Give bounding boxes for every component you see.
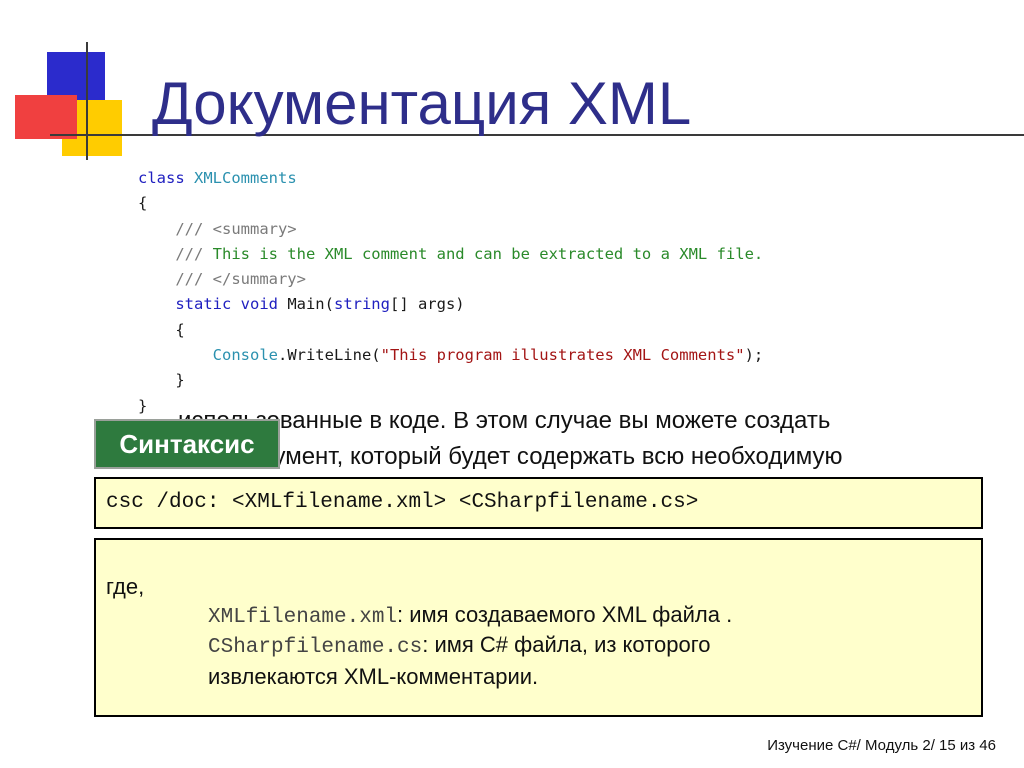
- param-line-continuation: извлекаются XML-комментарии.: [208, 664, 539, 689]
- code-token: [] args): [389, 295, 465, 314]
- code-token: static void: [138, 295, 288, 314]
- code-token: ///: [138, 270, 213, 289]
- code-token: .WriteLine(: [277, 346, 381, 365]
- code-line: class XMLComments: [138, 169, 297, 187]
- code-block: class XMLComments { /// <summary> /// Th…: [138, 166, 763, 419]
- param-description: : имя создаваемого XML файла .: [397, 602, 733, 627]
- param-line-csharpfilename: CSharpfilename.cs: имя C# файла, из кото…: [208, 632, 711, 659]
- page-title: Документация XML: [152, 70, 692, 137]
- code-line: /// <summary>: [138, 219, 297, 238]
- syntax-command-box: csc /doc: <XMLfilename.xml> <CSharpfilen…: [94, 477, 983, 529]
- code-token: }: [138, 396, 148, 415]
- code-token: Console: [212, 346, 278, 365]
- code-token: Main(: [287, 295, 334, 314]
- param-code: XMLfilename.xml: [208, 606, 398, 629]
- code-token: ///: [138, 219, 213, 238]
- code-token: <summary>: [212, 219, 297, 238]
- code-token: {: [138, 320, 185, 339]
- code-screenshot: class XMLComments { /// <summary> /// Th…: [100, 160, 986, 415]
- code-token: string: [333, 295, 390, 314]
- code-line: }: [138, 371, 185, 390]
- code-token: );: [744, 346, 764, 365]
- code-line: static void Main(string[] args): [138, 295, 465, 314]
- decor-vertical-line: [86, 42, 88, 160]
- code-token: "This program illustrates XML Comments": [380, 346, 745, 365]
- code-line: /// This is the XML comment and can be e…: [138, 245, 763, 263]
- footer-page-info: Изучение C#/ Модуль 2/ 15 из 46: [767, 737, 996, 754]
- code-line: {: [138, 194, 147, 212]
- code-token: class: [138, 169, 194, 187]
- code-token: XMLComments: [194, 169, 297, 187]
- code-line: {: [138, 320, 185, 339]
- param-description: : имя C# файла, из которого: [422, 632, 711, 657]
- code-line: }: [138, 397, 147, 415]
- where-label: где,: [106, 574, 145, 599]
- code-token: </summary>: [212, 270, 306, 289]
- code-token: }: [138, 371, 185, 390]
- code-token: {: [138, 194, 148, 213]
- code-token: This is the XML comment and can be extra…: [212, 244, 764, 263]
- param-line-xmlfilename: XMLfilename.xml: имя создаваемого XML фа…: [208, 602, 732, 629]
- code-token: ///: [138, 244, 213, 263]
- code-line: Console.WriteLine("This program illustra…: [138, 346, 764, 365]
- explanation-box: где, XMLfilename.xml: имя создаваемого X…: [94, 538, 983, 717]
- param-code: CSharpfilename.cs: [208, 636, 423, 659]
- syntax-label: Синтаксис: [94, 419, 280, 469]
- syntax-command: csc /doc: <XMLfilename.xml> <CSharpfilen…: [106, 491, 699, 514]
- code-line: /// </summary>: [138, 270, 306, 288]
- decor-red-square: [15, 95, 77, 139]
